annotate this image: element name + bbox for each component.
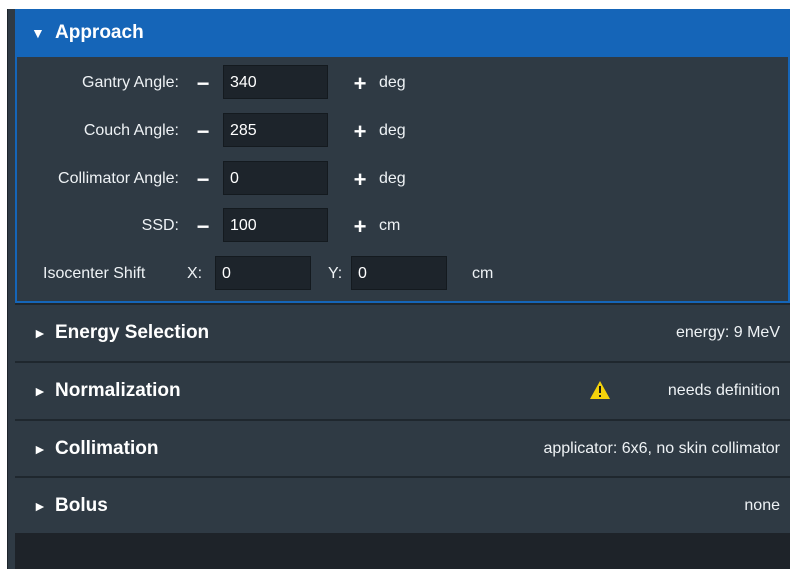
collimator-angle-decrement-button[interactable]: −: [190, 161, 216, 199]
approach-section-header[interactable]: ▼ Approach: [15, 9, 790, 58]
ssd-row: SSD: − 100 + cm: [17, 208, 788, 246]
ssd-increment-button[interactable]: +: [349, 208, 371, 246]
collimator-angle-label: Collimator Angle:: [58, 170, 179, 187]
energy-selection-section-header[interactable]: ► Energy Selection energy: 9 MeV: [15, 303, 790, 361]
isocenter-x-input[interactable]: 0: [215, 256, 311, 290]
collimator-angle-increment-button[interactable]: +: [349, 161, 371, 199]
couch-angle-increment-button[interactable]: +: [349, 113, 371, 151]
isocenter-shift-row: Isocenter Shift X: 0 Y: 0 cm: [17, 256, 788, 294]
gantry-angle-label: Gantry Angle:: [82, 74, 179, 91]
couch-angle-input[interactable]: 285: [223, 113, 328, 147]
panel-footer: [15, 533, 790, 569]
couch-angle-label: Couch Angle:: [83, 122, 179, 139]
collapsed-triangle-icon: ►: [33, 325, 47, 341]
collimation-summary: applicator: 6x6, no skin collimator: [543, 440, 780, 457]
energy-selection-summary: energy: 9 MeV: [675, 324, 780, 341]
isocenter-shift-label: Isocenter Shift: [43, 265, 146, 282]
couch-angle-decrement-button[interactable]: −: [190, 113, 216, 151]
warning-icon: [590, 381, 610, 399]
isocenter-shift-unit: cm: [472, 265, 494, 282]
bolus-summary: none: [744, 497, 780, 514]
collapsed-triangle-icon: ►: [33, 441, 47, 457]
ssd-decrement-button[interactable]: −: [190, 208, 216, 246]
gantry-angle-row: Gantry Angle: − 340 + deg: [17, 65, 788, 103]
expanded-triangle-icon: ▼: [31, 25, 45, 41]
collimator-angle-unit: deg: [379, 170, 406, 187]
beam-settings-panel: ▼ Approach Gantry Angle: − 340 + deg Cou…: [7, 9, 790, 569]
collapsed-triangle-icon: ►: [33, 498, 47, 514]
collimation-title: Collimation: [55, 438, 159, 459]
gantry-angle-unit: deg: [379, 74, 406, 91]
ssd-label: SSD:: [141, 217, 179, 234]
collimator-angle-input[interactable]: 0: [223, 161, 328, 195]
isocenter-x-label: X:: [187, 265, 203, 282]
approach-title: Approach: [55, 22, 144, 43]
bolus-section-header[interactable]: ► Bolus none: [15, 476, 790, 534]
normalization-section-header[interactable]: ► Normalization needs definition: [15, 361, 790, 419]
collapsed-triangle-icon: ►: [33, 383, 47, 399]
normalization-summary: needs definition: [667, 382, 780, 399]
energy-selection-title: Energy Selection: [55, 322, 210, 343]
collimation-section-header[interactable]: ► Collimation applicator: 6x6, no skin c…: [15, 419, 790, 477]
couch-angle-row: Couch Angle: − 285 + deg: [17, 113, 788, 151]
couch-angle-unit: deg: [379, 122, 406, 139]
gantry-angle-input[interactable]: 340: [223, 65, 328, 99]
isocenter-y-label: Y:: [328, 265, 343, 282]
isocenter-y-input[interactable]: 0: [351, 256, 447, 290]
gantry-angle-decrement-button[interactable]: −: [190, 65, 216, 103]
normalization-title: Normalization: [55, 380, 181, 401]
bolus-title: Bolus: [55, 495, 108, 516]
ssd-unit: cm: [379, 217, 401, 234]
gantry-angle-increment-button[interactable]: +: [349, 65, 371, 103]
collimator-angle-row: Collimator Angle: − 0 + deg: [17, 161, 788, 199]
approach-section-body: Gantry Angle: − 340 + deg Couch Angle: −…: [15, 57, 790, 303]
ssd-input[interactable]: 100: [223, 208, 328, 242]
